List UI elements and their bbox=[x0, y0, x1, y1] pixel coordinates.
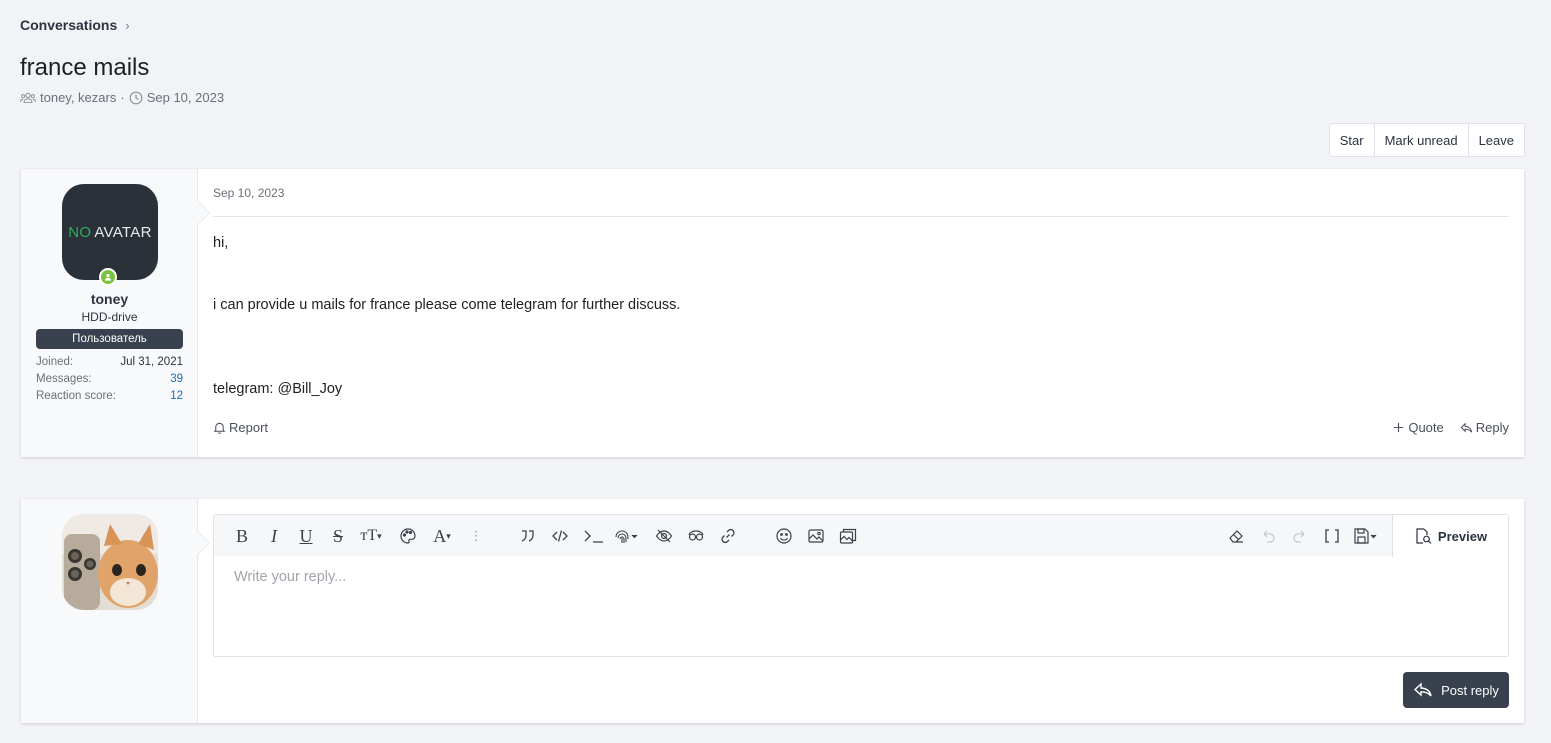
palette-icon[interactable] bbox=[398, 526, 418, 546]
inline-code-icon[interactable] bbox=[582, 526, 606, 546]
message-author-panel: NO AVATAR toney HDD-drive Пользователь Jo… bbox=[21, 169, 210, 457]
message-divider bbox=[213, 216, 1509, 217]
redo-icon[interactable] bbox=[1290, 526, 1310, 546]
plus-icon bbox=[1394, 422, 1404, 433]
chevron-right-icon: › bbox=[125, 17, 130, 33]
conversation-date: Sep 10, 2023 bbox=[146, 90, 225, 105]
stat-value-messages-link[interactable]: 39 bbox=[170, 373, 183, 385]
leave-button[interactable]: Leave bbox=[1469, 124, 1524, 156]
message-line: i can provide u mails for france please … bbox=[213, 297, 681, 313]
conversation-meta: toney, kezars · Sep 10, 2023 bbox=[20, 90, 224, 105]
author-stats: Joined: Jul 31, 2021 Messages: 39 Reacti… bbox=[36, 353, 183, 404]
message-body: Sep 10, 2023 hi, i can provide u mails f… bbox=[198, 169, 1524, 457]
font-family-glyph: A bbox=[433, 525, 447, 546]
report-button[interactable]: Report bbox=[213, 420, 268, 435]
gallery-icon[interactable] bbox=[838, 526, 858, 546]
users-icon bbox=[20, 92, 36, 103]
image-icon[interactable] bbox=[806, 526, 826, 546]
bold-button[interactable]: B bbox=[232, 526, 252, 546]
bell-icon bbox=[213, 422, 226, 434]
reply-icon bbox=[1460, 422, 1472, 433]
drafts-icon[interactable] bbox=[1352, 526, 1380, 546]
quote-label: Quote bbox=[1408, 420, 1444, 435]
preview-label: Preview bbox=[1437, 528, 1488, 544]
stat-row-messages: Messages: 39 bbox=[36, 370, 183, 387]
meta-separator: · bbox=[120, 90, 125, 105]
post-reply-label: Post reply bbox=[1441, 682, 1499, 698]
reply-label: Reply bbox=[1475, 420, 1509, 435]
author-title: HDD-drive bbox=[81, 310, 138, 324]
editor-toolbar: B I U S тT ▾ A ▾ ⋮ Preview bbox=[214, 515, 1508, 557]
clock-icon bbox=[129, 91, 143, 104]
avatar-word-text: AVATAR bbox=[94, 223, 152, 241]
reply-body: B I U S тT ▾ A ▾ ⋮ Preview Write your re… bbox=[198, 499, 1524, 723]
stat-row-joined: Joined: Jul 31, 2021 bbox=[36, 353, 183, 370]
page-title: france mails bbox=[20, 54, 150, 81]
stat-row-reaction-score: Reaction score: 12 bbox=[36, 387, 183, 404]
star-button[interactable]: Star bbox=[1330, 124, 1375, 156]
avatar[interactable]: NO AVATAR bbox=[62, 184, 158, 280]
breadcrumb-conversations-link[interactable]: Conversations bbox=[20, 17, 117, 33]
quote-button[interactable]: Quote bbox=[1392, 420, 1444, 435]
italic-button[interactable]: I bbox=[264, 526, 284, 546]
eraser-icon[interactable] bbox=[1226, 526, 1246, 546]
stat-label: Reaction score: bbox=[36, 389, 116, 402]
stat-label: Joined: bbox=[36, 355, 74, 368]
mark-unread-button[interactable]: Mark unread bbox=[1375, 124, 1469, 156]
current-user-avatar[interactable] bbox=[62, 514, 158, 610]
message-line: hi, bbox=[213, 235, 229, 251]
online-status-icon bbox=[99, 268, 117, 286]
author-banner: Пользователь bbox=[36, 329, 183, 349]
underline-button[interactable]: U bbox=[296, 526, 316, 546]
link-icon[interactable] bbox=[718, 526, 738, 546]
post-reply-button[interactable]: Post reply bbox=[1403, 672, 1509, 708]
author-username[interactable]: toney bbox=[21, 291, 198, 307]
fingerprint-icon[interactable] bbox=[612, 526, 640, 546]
reply-editor: B I U S тT ▾ A ▾ ⋮ Preview Write your re… bbox=[213, 514, 1509, 657]
strikethrough-button[interactable]: S bbox=[328, 526, 348, 546]
preview-button[interactable]: Preview bbox=[1392, 515, 1508, 557]
reply-card: B I U S тT ▾ A ▾ ⋮ Preview Write your re… bbox=[21, 499, 1524, 723]
participants-link[interactable]: toney, kezars bbox=[40, 90, 116, 105]
more-options-icon[interactable]: ⋮ bbox=[466, 526, 486, 546]
reply-button[interactable]: Reply bbox=[1460, 420, 1509, 435]
spoiler-icon[interactable] bbox=[686, 526, 706, 546]
code-icon[interactable] bbox=[550, 526, 570, 546]
reply-icon bbox=[1414, 682, 1432, 697]
conversation-actions: Star Mark unread Leave bbox=[1328, 123, 1525, 157]
message-card: NO AVATAR toney HDD-drive Пользователь Jo… bbox=[21, 169, 1524, 457]
font-size-glyph: тT bbox=[360, 527, 378, 544]
reply-author-panel bbox=[21, 499, 210, 723]
breadcrumb: Conversations › bbox=[20, 17, 130, 33]
stat-value: Jul 31, 2021 bbox=[120, 355, 183, 368]
avatar-no-text: NO bbox=[68, 223, 92, 241]
font-size-button[interactable]: тT ▾ bbox=[356, 526, 386, 546]
preview-icon bbox=[1416, 528, 1432, 544]
bbcode-toggle-icon[interactable] bbox=[1322, 526, 1342, 546]
font-family-button[interactable]: A ▾ bbox=[428, 526, 456, 546]
stat-label: Messages: bbox=[36, 372, 92, 385]
quote-block-icon[interactable] bbox=[518, 526, 538, 546]
emoji-icon[interactable] bbox=[774, 526, 794, 546]
message-date[interactable]: Sep 10, 2023 bbox=[213, 186, 284, 200]
reply-input[interactable] bbox=[214, 557, 1508, 656]
report-label: Report bbox=[229, 420, 269, 435]
undo-icon[interactable] bbox=[1258, 526, 1278, 546]
message-footer: Report Quote Reply bbox=[213, 420, 1509, 435]
stat-value-reactions-link[interactable]: 12 bbox=[170, 390, 183, 402]
message-line: telegram: @Bill_Joy bbox=[213, 381, 343, 397]
hide-content-icon[interactable] bbox=[654, 526, 674, 546]
